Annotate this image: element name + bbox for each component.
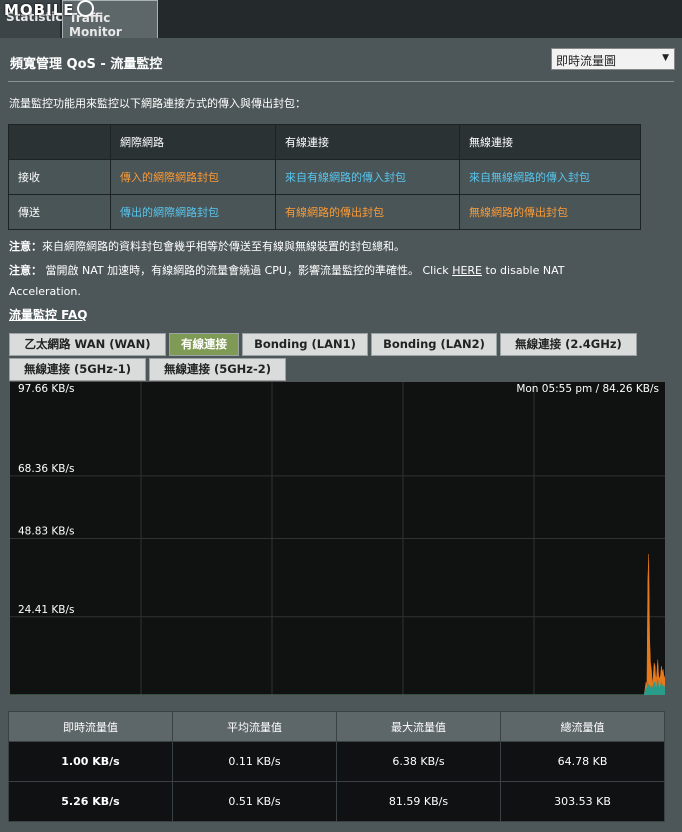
disable-nat-link[interactable]: HERE	[452, 264, 482, 277]
stats-header: 總流量值	[500, 711, 665, 742]
stats-average: 0.11 KB/s	[172, 741, 337, 782]
matrix-cell: 來自無線網路的傳入封包	[459, 159, 641, 195]
matrix-row-label: 接收	[8, 159, 111, 195]
stats-total: 303.53 KB	[500, 781, 665, 822]
y-tick-label: 68.36 KB/s	[18, 463, 75, 475]
note-text: 來自網際網路的資料封包會幾乎相等於傳送至有線與無線裝置的封包總和。	[42, 240, 405, 253]
note-2: 注意： 當開啟 NAT 加速時，有線網路的流量會繞過 CPU，影響流量監控的準確…	[9, 260, 564, 281]
matrix-row-label: 傳送	[8, 194, 111, 230]
note-text: 當開啟 NAT 加速時，有線網路的流量會繞過 CPU，影響流量監控的準確性。 C…	[42, 264, 453, 277]
stats-max: 6.38 KB/s	[336, 741, 501, 782]
matrix-row: 傳送 傳出的網際網路封包 有線網路的傳出封包 無線網路的傳出封包	[8, 194, 641, 230]
tab-wireless-24[interactable]: 無線連接 (2.4GHz)	[500, 333, 637, 356]
chart-status-label: Mon 05:55 pm / 84.26 KB/s	[516, 383, 659, 395]
tab-wireless-5g1[interactable]: 無線連接 (5GHz-1)	[9, 358, 146, 381]
stats-table: 即時流量值 平均流量值 最大流量值 總流量值 1.00 KB/s 0.11 KB…	[8, 711, 665, 822]
note-2-line2: Acceleration.	[9, 285, 81, 298]
faq-link[interactable]: 流量監控 FAQ	[9, 306, 88, 323]
stats-header: 最大流量值	[336, 711, 501, 742]
matrix-header-row: 網際網路 有線連接 無線連接	[8, 124, 641, 160]
traffic-chart: 97.66 KB/s 68.36 KB/s 48.83 KB/s 24.41 KB/s…	[9, 381, 666, 696]
tab-wan[interactable]: 乙太網路 WAN (WAN)	[9, 333, 166, 356]
tab-bonding-lan2[interactable]: Bonding (LAN2)	[371, 333, 497, 356]
matrix-cell: 無線網路的傳出封包	[459, 194, 641, 230]
watermark-logo: MOBILE	[4, 0, 94, 19]
matrix-row: 接收 傳入的網際網路封包 來自有線網路的傳入封包 來自無線網路的傳入封包	[8, 159, 641, 195]
stats-total: 64.78 KB	[500, 741, 665, 782]
packet-matrix: 網際網路 有線連接 無線連接 接收 傳入的網際網路封包 來自有線網路的傳入封包 …	[8, 124, 641, 230]
matrix-col-header: 有線連接	[275, 124, 460, 160]
page-title: 頻寬管理 QoS - 流量監控	[10, 57, 163, 72]
logo-ring-icon	[76, 0, 94, 17]
matrix-col-header: 無線連接	[459, 124, 641, 160]
tab-bonding-lan1[interactable]: Bonding (LAN1)	[242, 333, 368, 356]
tab-wireless-5g2[interactable]: 無線連接 (5GHz-2)	[149, 358, 286, 381]
matrix-cell: 來自有線網路的傳入封包	[275, 159, 460, 195]
note-label: 注意：	[9, 240, 42, 253]
view-select[interactable]: 即時流量圖 ▼	[551, 48, 675, 70]
stats-current: 5.26 KB/s	[8, 781, 173, 822]
stats-average: 0.51 KB/s	[172, 781, 337, 822]
stats-header: 即時流量值	[8, 711, 173, 742]
note-text: to disable NAT	[482, 264, 565, 277]
matrix-cell: 傳出的網際網路封包	[110, 194, 276, 230]
chevron-down-icon: ▼	[662, 53, 669, 63]
y-tick-label: 48.83 KB/s	[18, 526, 75, 538]
description: 流量監控功能用來監控以下網路連接方式的傳入與傳出封包：	[9, 97, 306, 110]
stats-max: 81.59 KB/s	[336, 781, 501, 822]
note-1: 注意：來自網際網路的資料封包會幾乎相等於傳送至有線與無線裝置的封包總和。	[9, 236, 405, 257]
y-tick-label: 24.41 KB/s	[18, 604, 75, 616]
tab-wired[interactable]: 有線連接	[169, 333, 239, 356]
stats-row: 5.26 KB/s 0.51 KB/s 81.59 KB/s 303.53 KB	[8, 781, 665, 822]
divider	[8, 81, 674, 82]
stats-header: 平均流量值	[172, 711, 337, 742]
matrix-col-header: 網際網路	[110, 124, 276, 160]
traffic-chart-svg: 97.66 KB/s 68.36 KB/s 48.83 KB/s 24.41 KB/s…	[10, 382, 665, 695]
y-tick-label: 97.66 KB/s	[18, 383, 75, 395]
matrix-corner	[8, 124, 111, 160]
stats-current: 1.00 KB/s	[8, 741, 173, 782]
note-label: 注意：	[9, 264, 42, 277]
series-area	[10, 553, 665, 695]
stats-header-row: 即時流量值 平均流量值 最大流量值 總流量值	[8, 711, 665, 742]
series-area	[10, 678, 665, 695]
matrix-cell: 傳入的網際網路封包	[110, 159, 276, 195]
matrix-cell: 有線網路的傳出封包	[275, 194, 460, 230]
stats-row: 1.00 KB/s 0.11 KB/s 6.38 KB/s 64.78 KB	[8, 741, 665, 782]
